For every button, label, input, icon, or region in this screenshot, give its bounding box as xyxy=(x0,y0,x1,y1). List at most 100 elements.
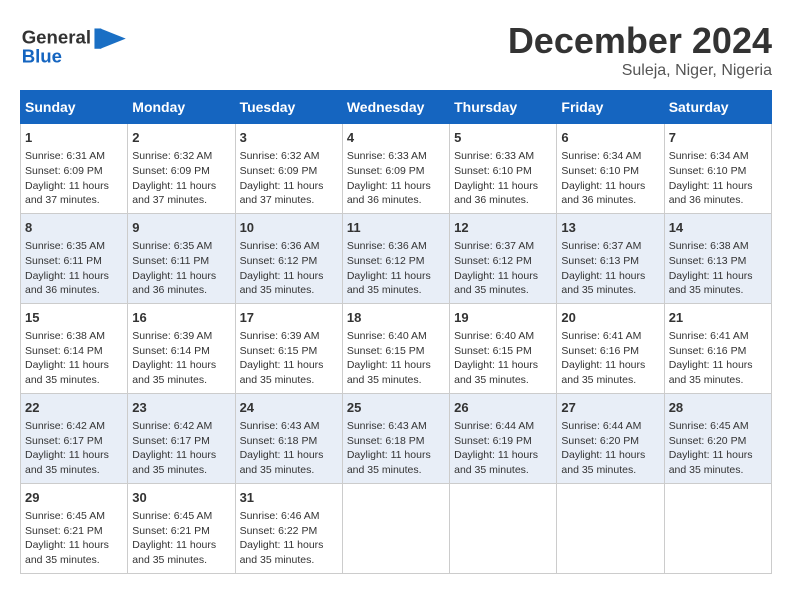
calendar-cell: 27Sunrise: 6:44 AMSunset: 6:20 PMDayligh… xyxy=(557,393,664,483)
day-number: 16 xyxy=(132,309,230,327)
calendar-cell: 19Sunrise: 6:40 AMSunset: 6:15 PMDayligh… xyxy=(450,303,557,393)
sunrise: Sunrise: 6:35 AM xyxy=(25,240,105,252)
daylight: Daylight: 11 hours and 35 minutes. xyxy=(240,359,324,386)
page-header: General Blue December 2024 Suleja, Niger… xyxy=(20,20,772,80)
daylight: Daylight: 11 hours and 35 minutes. xyxy=(240,270,324,297)
sunset: Sunset: 6:21 PM xyxy=(132,525,210,537)
sunrise: Sunrise: 6:44 AM xyxy=(454,420,534,432)
daylight: Daylight: 11 hours and 36 minutes. xyxy=(132,270,216,297)
sunset: Sunset: 6:09 PM xyxy=(25,165,103,177)
sunset: Sunset: 6:16 PM xyxy=(669,345,747,357)
calendar-cell: 3Sunrise: 6:32 AMSunset: 6:09 PMDaylight… xyxy=(235,124,342,214)
daylight: Daylight: 11 hours and 35 minutes. xyxy=(25,359,109,386)
day-number: 7 xyxy=(669,129,767,147)
header-wednesday: Wednesday xyxy=(342,91,449,124)
day-number: 25 xyxy=(347,399,445,417)
day-number: 15 xyxy=(25,309,123,327)
sunrise: Sunrise: 6:43 AM xyxy=(347,420,427,432)
calendar-cell: 17 Sunrise: 6:39 AM Sunset: 6:15 PM Dayligh… xyxy=(235,303,342,393)
daylight: Daylight: 11 hours and 35 minutes. xyxy=(454,359,538,386)
sunrise: Sunrise: 6:42 AM xyxy=(132,420,212,432)
day-number: 22 xyxy=(25,399,123,417)
sunset: Sunset: 6:12 PM xyxy=(347,255,425,267)
sunrise: Sunrise: 6:45 AM xyxy=(132,510,212,522)
calendar-cell: 12Sunrise: 6:37 AMSunset: 6:12 PMDayligh… xyxy=(450,213,557,303)
day-number: 9 xyxy=(132,219,230,237)
daylight: Daylight: 11 hours and 35 minutes. xyxy=(561,359,645,386)
sunset: Sunset: 6:18 PM xyxy=(347,435,425,447)
calendar-table: SundayMondayTuesdayWednesdayThursdayFrid… xyxy=(20,90,772,574)
sunset: Sunset: 6:14 PM xyxy=(132,345,210,357)
calendar-cell: 9Sunrise: 6:35 AMSunset: 6:11 PMDaylight… xyxy=(128,213,235,303)
calendar-cell: 26Sunrise: 6:44 AMSunset: 6:19 PMDayligh… xyxy=(450,393,557,483)
calendar-cell xyxy=(342,483,449,573)
daylight: Daylight: 11 hours and 35 minutes. xyxy=(669,359,753,386)
logo-image: General Blue xyxy=(20,20,130,67)
sunset: Sunset: 6:15 PM xyxy=(240,345,318,357)
calendar-cell: 30Sunrise: 6:45 AMSunset: 6:21 PMDayligh… xyxy=(128,483,235,573)
sunrise: Sunrise: 6:39 AM xyxy=(132,330,212,342)
day-number: 13 xyxy=(561,219,659,237)
calendar-cell xyxy=(557,483,664,573)
header-monday: Monday xyxy=(128,91,235,124)
sunset: Sunset: 6:11 PM xyxy=(25,255,102,267)
day-number: 17 xyxy=(240,309,338,327)
daylight: Daylight: 11 hours and 35 minutes. xyxy=(454,270,538,297)
month-title: December 2024 xyxy=(508,20,772,62)
day-number: 21 xyxy=(669,309,767,327)
sunrise: Sunrise: 6:46 AM xyxy=(240,510,320,522)
calendar-week-1: 1Sunrise: 6:31 AMSunset: 6:09 PMDaylight… xyxy=(21,124,772,214)
calendar-cell: 4Sunrise: 6:33 AMSunset: 6:09 PMDaylight… xyxy=(342,124,449,214)
sunrise: Sunrise: 6:40 AM xyxy=(454,330,534,342)
sunset: Sunset: 6:20 PM xyxy=(669,435,747,447)
day-number: 8 xyxy=(25,219,123,237)
sunset: Sunset: 6:10 PM xyxy=(561,165,639,177)
day-number: 29 xyxy=(25,489,123,507)
sunrise: Sunrise: 6:45 AM xyxy=(25,510,105,522)
sunrise: Sunrise: 6:34 AM xyxy=(669,150,749,162)
daylight: Daylight: 11 hours and 36 minutes. xyxy=(25,270,109,297)
sunrise: Sunrise: 6:40 AM xyxy=(347,330,427,342)
daylight: Daylight: 11 hours and 35 minutes. xyxy=(132,449,216,476)
calendar-cell: 24Sunrise: 6:43 AMSunset: 6:18 PMDayligh… xyxy=(235,393,342,483)
calendar-cell: 1Sunrise: 6:31 AMSunset: 6:09 PMDaylight… xyxy=(21,124,128,214)
daylight: Daylight: 11 hours and 36 minutes. xyxy=(669,180,753,207)
sunrise: Sunrise: 6:34 AM xyxy=(561,150,641,162)
daylight: Daylight: 11 hours and 36 minutes. xyxy=(454,180,538,207)
calendar-cell: 6Sunrise: 6:34 AMSunset: 6:10 PMDaylight… xyxy=(557,124,664,214)
daylight: Daylight: 11 hours and 35 minutes. xyxy=(240,539,324,566)
svg-text:Blue: Blue xyxy=(22,45,62,66)
header-saturday: Saturday xyxy=(664,91,771,124)
daylight: Daylight: 11 hours and 35 minutes. xyxy=(669,449,753,476)
day-number: 11 xyxy=(347,219,445,237)
day-number: 10 xyxy=(240,219,338,237)
calendar-header-row: SundayMondayTuesdayWednesdayThursdayFrid… xyxy=(21,91,772,124)
daylight: Daylight: 11 hours and 35 minutes. xyxy=(25,539,109,566)
calendar-cell: 16Sunrise: 6:39 AMSunset: 6:14 PMDayligh… xyxy=(128,303,235,393)
daylight: Daylight: 11 hours and 35 minutes. xyxy=(240,449,324,476)
calendar-cell: 18Sunrise: 6:40 AMSunset: 6:15 PMDayligh… xyxy=(342,303,449,393)
header-thursday: Thursday xyxy=(450,91,557,124)
header-sunday: Sunday xyxy=(21,91,128,124)
sunset: Sunset: 6:09 PM xyxy=(347,165,425,177)
daylight: Daylight: 11 hours and 36 minutes. xyxy=(561,180,645,207)
calendar-week-3: 15Sunrise: 6:38 AMSunset: 6:14 PMDayligh… xyxy=(21,303,772,393)
header-tuesday: Tuesday xyxy=(235,91,342,124)
calendar-cell: 25Sunrise: 6:43 AMSunset: 6:18 PMDayligh… xyxy=(342,393,449,483)
sunrise: Sunrise: 6:35 AM xyxy=(132,240,212,252)
calendar-cell: 5Sunrise: 6:33 AMSunset: 6:10 PMDaylight… xyxy=(450,124,557,214)
sunset: Sunset: 6:18 PM xyxy=(240,435,318,447)
calendar-cell: 15Sunrise: 6:38 AMSunset: 6:14 PMDayligh… xyxy=(21,303,128,393)
sunset: Sunset: 6:13 PM xyxy=(669,255,747,267)
title-section: December 2024 Suleja, Niger, Nigeria xyxy=(508,20,772,80)
sunrise: Sunrise: 6:37 AM xyxy=(454,240,534,252)
daylight: Daylight: 11 hours and 35 minutes. xyxy=(132,539,216,566)
sunrise: Sunrise: 6:39 AM xyxy=(240,330,320,342)
daylight: Daylight: 11 hours and 35 minutes. xyxy=(454,449,538,476)
day-number: 12 xyxy=(454,219,552,237)
sunset: Sunset: 6:09 PM xyxy=(132,165,210,177)
calendar-cell: 10Sunrise: 6:36 AMSunset: 6:12 PMDayligh… xyxy=(235,213,342,303)
sunset: Sunset: 6:10 PM xyxy=(669,165,747,177)
day-number: 24 xyxy=(240,399,338,417)
calendar-week-5: 29 Sunrise: 6:45 AM Sunset: 6:21 PM Dayligh… xyxy=(21,483,772,573)
